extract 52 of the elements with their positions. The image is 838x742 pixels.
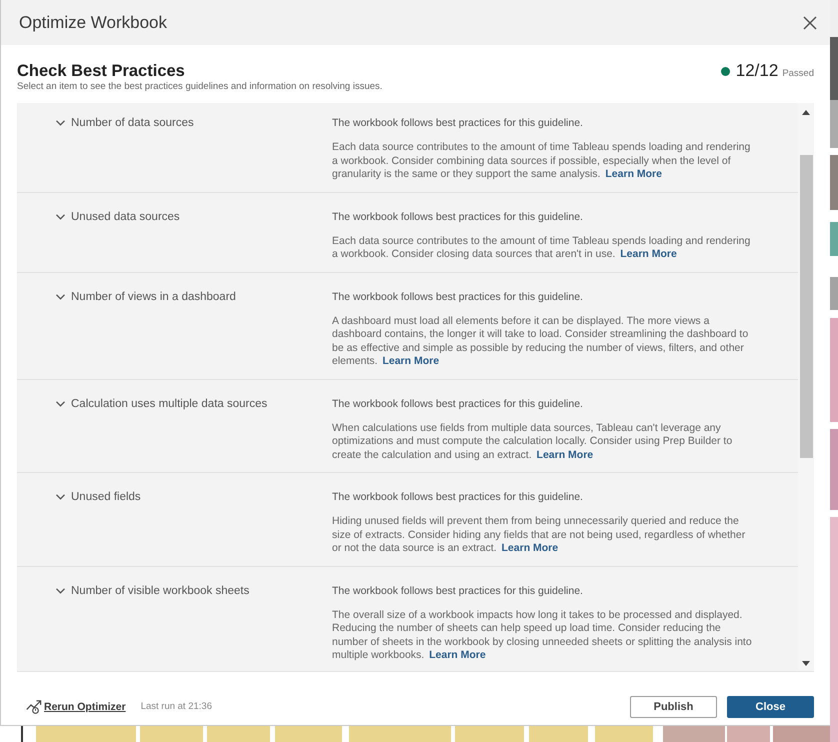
guideline-toggle[interactable]: Unused data sources xyxy=(56,210,180,224)
rerun-optimizer-button[interactable]: Rerun Optimizer xyxy=(26,699,126,714)
guideline-status: The workbook follows best practices for this guideline. xyxy=(332,290,584,304)
guideline-status: The workbook follows best practices for this guideline. xyxy=(332,210,584,224)
guideline-description: Each data source contributes to the amount of time Tableau spends loading and rendering a workbook. Consider closing data sources that aren't in use. Learn More xyxy=(332,234,752,262)
guideline-toggle[interactable]: Calculation uses multiple data sources xyxy=(56,396,268,410)
section-subtitle: Select an item to see the best practices guidelines and information on resolving issues. xyxy=(17,81,382,93)
guideline-description: Each data source contributes to the amount of time Tableau spends loading and rendering a workbook. Consider combining data sources if possible, especially when the level of granularity is the same or they support the same analysis. Learn More xyxy=(332,141,752,182)
worksheet-cell xyxy=(727,726,770,742)
section-title: Check Best Practices xyxy=(17,61,186,81)
scrollbar-thumb[interactable] xyxy=(800,155,812,458)
guideline-toggle[interactable]: Number of visible workbook sheets xyxy=(56,584,250,598)
worksheet-cell xyxy=(207,726,270,742)
worksheet-cell xyxy=(595,726,653,742)
worksheet-cell xyxy=(455,726,524,742)
guideline-description: When calculations use fields from multiple data sources, Tableau can't leverage any optimizations and must compute the calculation locally. Consider using Prep Builder to create the calculation and using an extract. Learn More xyxy=(332,422,734,462)
close-icon xyxy=(803,16,817,30)
guideline-description: A dashboard must load all elements before it can be displayed. The more views a dashboard contains, the longer it will take to load. Consider streamlining the dashboard to be as effective and simple as possible by reducing the number of views, filters, and other elements. Learn More xyxy=(332,314,750,368)
learn-more-link[interactable]: Learn More xyxy=(620,248,677,260)
guideline-status: The workbook follows best practices for this guideline. xyxy=(332,116,584,130)
passed-count: 12/12 xyxy=(736,61,778,81)
guideline-status: The workbook follows best practices for this guideline. xyxy=(332,396,584,410)
worksheet-mark xyxy=(830,155,838,210)
guideline-description: Hiding unused fields will prevent them from being unnecessarily queried and reduce the size of extracts. Consider hiding any fields that are not being used, regardless of whether or not the data source is an extract. Learn More xyxy=(332,515,746,556)
scroll-up-icon[interactable] xyxy=(802,110,810,115)
close-button[interactable] xyxy=(803,16,817,30)
learn-more-link[interactable]: Learn More xyxy=(605,168,662,180)
guideline-description: The overall size of a workbook impacts how long it takes to be processed and displayed. Reducing the number of sheets can help speed up load time. Consider reducing the number of sheets in the workbook by closing unneeded sheets or splitting the analysis into multiple workbooks. Learn More xyxy=(332,608,753,662)
guideline-toggle[interactable]: Unused fields xyxy=(56,490,141,504)
close-dialog-button[interactable]: Close xyxy=(727,696,814,718)
guideline-toggle[interactable]: Number of data sources xyxy=(56,116,194,130)
learn-more-link[interactable]: Learn More xyxy=(382,355,440,367)
scroll-down-icon[interactable] xyxy=(802,661,810,666)
worksheet-cell xyxy=(529,726,588,742)
worksheet-mark xyxy=(830,222,838,256)
worksheet-cell xyxy=(140,726,203,742)
passed-label: Passed xyxy=(782,68,814,79)
last-run-time: Last run at 21:36 xyxy=(140,701,212,712)
guideline-toggle[interactable]: Number of views in a dashboard xyxy=(56,290,236,304)
worksheet-cell xyxy=(275,726,342,742)
worksheet-cell xyxy=(773,726,830,742)
worksheet-mark xyxy=(830,277,838,310)
learn-more-link[interactable]: Learn More xyxy=(502,542,558,554)
trend-arrow-icon xyxy=(26,699,42,714)
guideline-status: The workbook follows best practices for this guideline. xyxy=(332,584,584,598)
window-title: Optimize Workbook xyxy=(19,12,168,32)
learn-more-link[interactable]: Learn More xyxy=(429,649,486,661)
worksheet-cell xyxy=(663,726,725,742)
publish-button[interactable]: Publish xyxy=(630,696,717,718)
guideline-status: The workbook follows best practices for this guideline. xyxy=(332,490,584,504)
learn-more-link[interactable]: Learn More xyxy=(536,448,594,460)
status-dot-icon xyxy=(720,66,730,76)
